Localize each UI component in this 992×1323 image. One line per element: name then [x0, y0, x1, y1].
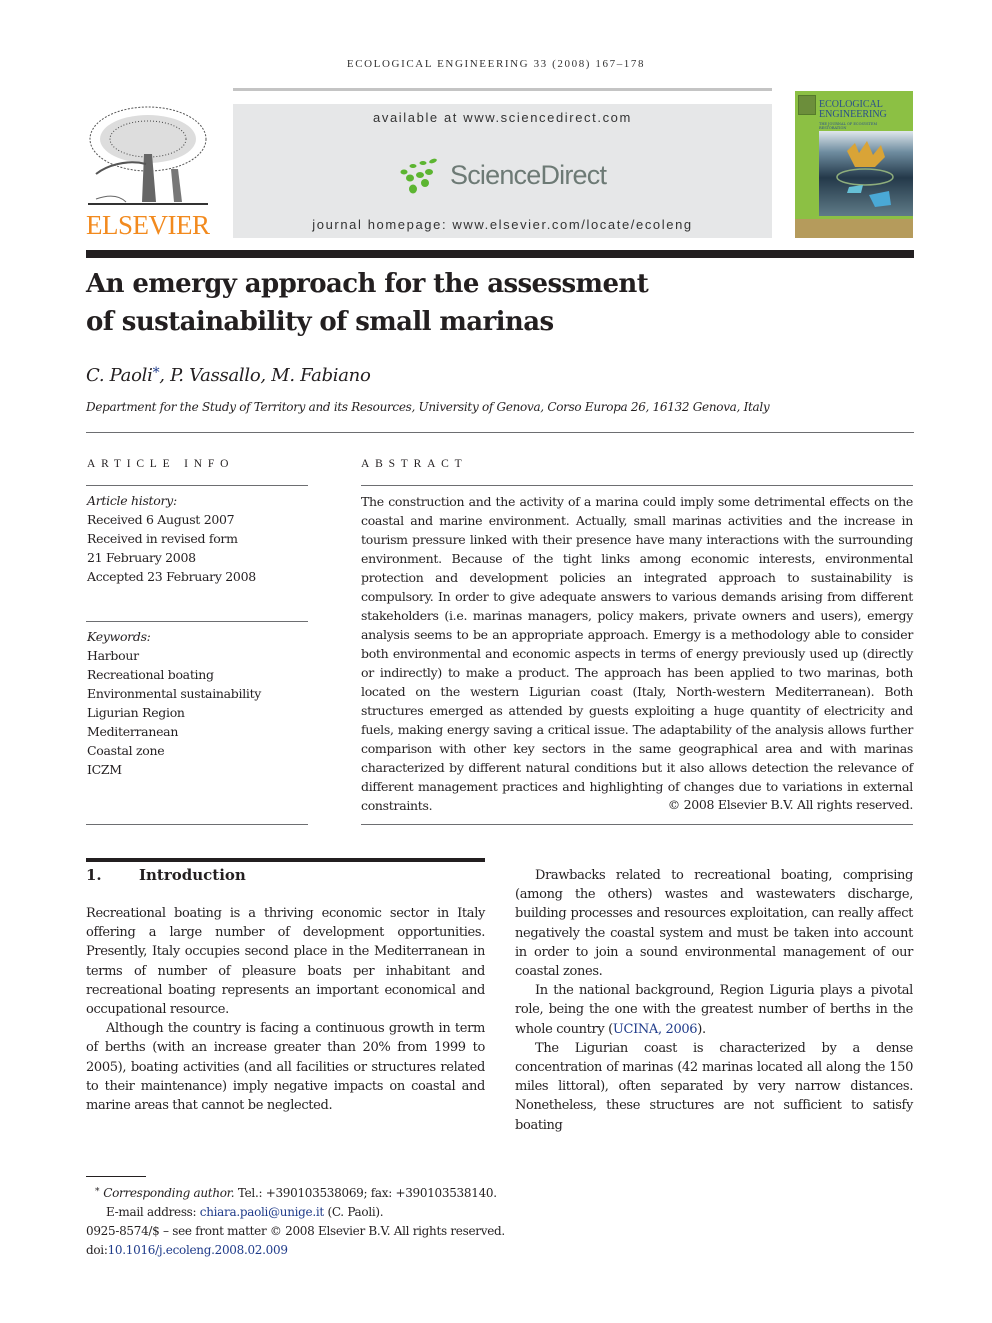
doi-link[interactable]: 10.1016/j.ecoleng.2008.02.009: [108, 1243, 288, 1257]
author-paoli: C. Paoli: [86, 365, 153, 386]
abstract-bottom-rule: [361, 824, 913, 825]
citation-link-ucina[interactable]: UCINA, 2006: [613, 1022, 698, 1037]
keyword: ICZM: [87, 762, 122, 777]
cover-title-line2: ENGINEERING: [819, 109, 887, 120]
keyword: Environmental sustainability: [87, 686, 262, 701]
sciencedirect-dots-icon: [400, 158, 437, 194]
abstract-rule: [361, 485, 913, 486]
running-head: ECOLOGICAL ENGINEERING 33 (2008) 167–178: [346, 58, 646, 70]
section-number: 1.: [86, 866, 102, 884]
title-line1: An emergy approach for the assessment: [86, 269, 649, 299]
right-column: Drawbacks related to recreational boatin…: [515, 866, 913, 1135]
cover-elsevier-icon: [798, 95, 816, 115]
paragraph: In the national background, Region Ligur…: [515, 981, 913, 1039]
abstract-text: The construction and the activity of a m…: [361, 494, 913, 813]
journal-cover: ECOLOGICAL ENGINEERING THE JOURNAL OF EC…: [795, 91, 913, 238]
title-line2: of sustainability of small marinas: [86, 307, 554, 337]
issn-line: 0925-8574/$ – see front matter © 2008 El…: [86, 1224, 505, 1238]
section-rule: [86, 858, 485, 862]
elsevier-wordmark: ELSEVIER: [86, 210, 210, 240]
article-history: Article history: Received 6 August 2007 …: [87, 491, 256, 586]
cover-artwork-icon: [836, 141, 894, 207]
article-info-heading: ARTICLE INFO: [87, 458, 235, 470]
keyword: Harbour: [87, 648, 139, 663]
keyword: Coastal zone: [87, 743, 165, 758]
article-title: An emergy approach for the assessment of…: [86, 265, 786, 341]
keywords-rule: [86, 621, 308, 622]
paragraph: Recreational boating is a thriving econo…: [86, 906, 485, 1018]
contact-info: Tel.: +390103538069; fax: +390103538140.: [234, 1186, 497, 1200]
header-bar: [86, 250, 914, 258]
affiliation: Department for the Study of Territory an…: [86, 400, 770, 414]
email-note: E-mail address: chiara.paoli@unige.it (C…: [86, 1203, 505, 1222]
doi-line: doi:10.1016/j.ecoleng.2008.02.009: [86, 1241, 505, 1260]
keywords-label: Keywords:: [87, 629, 151, 644]
article-info-bottom-rule: [86, 824, 308, 825]
article-info-rule: [86, 485, 308, 486]
doi-label: doi:: [86, 1243, 108, 1257]
section-title: Introduction: [139, 866, 246, 884]
corresponding-label: Corresponding author.: [103, 1186, 235, 1200]
history-item: 21 February 2008: [87, 550, 196, 565]
authors: C. Paoli*, P. Vassallo, M. Fabiano: [86, 365, 371, 386]
paragraph: The Ligurian coast is characterized by a…: [515, 1040, 913, 1133]
paragraph: Although the country is facing a continu…: [86, 1021, 485, 1114]
text-run: ).: [697, 1021, 706, 1037]
abstract-heading: ABSTRACT: [361, 458, 468, 470]
keyword: Recreational boating: [87, 667, 214, 682]
footnote-mark: *: [95, 1187, 100, 1197]
affiliation-rule: [86, 432, 914, 433]
paragraph: Drawbacks related to recreational boatin…: [515, 868, 913, 980]
section-heading: 1. Introduction: [86, 866, 246, 884]
cover-subtitle: THE JOURNAL OF ECOSYSTEM RESTORATION: [819, 122, 878, 130]
cover-image: [819, 131, 913, 216]
keyword: Mediterranean: [87, 724, 179, 739]
history-item: Accepted 23 February 2008: [87, 569, 256, 584]
authors-rest: , P. Vassallo, M. Fabiano: [159, 365, 371, 386]
left-column: Recreational boating is a thriving econo…: [86, 904, 485, 1115]
header-rule: [233, 88, 772, 91]
cover-title: ECOLOGICAL ENGINEERING: [819, 100, 887, 120]
keyword: Ligurian Region: [87, 705, 185, 720]
elsevier-tree-icon: [88, 106, 208, 205]
footnotes: * Corresponding author. Tel.: +3901035380…: [86, 1183, 505, 1260]
email-link[interactable]: chiara.paoli@unige.it: [200, 1205, 324, 1219]
cover-panel: ECOLOGICAL ENGINEERING THE JOURNAL OF EC…: [795, 91, 913, 219]
email-owner: (C. Paoli).: [323, 1205, 384, 1219]
email-label: E-mail address:: [106, 1205, 200, 1219]
footnote-rule: [86, 1176, 146, 1177]
sciencedirect-wordmark: ScienceDirect: [450, 160, 607, 190]
available-at-text: available at www.sciencedirect.com: [373, 110, 632, 125]
corresponding-author-note: * Corresponding author. Tel.: +3901035380…: [86, 1183, 505, 1203]
history-item: Received 6 August 2007: [87, 512, 235, 527]
history-label: Article history:: [87, 493, 177, 508]
history-item: Received in revised form: [87, 531, 238, 546]
keywords: Keywords: Harbour Recreational boating E…: [87, 627, 261, 779]
abstract-copyright: © 2008 Elsevier B.V. All rights reserved…: [667, 797, 914, 812]
sciencedirect-logo[interactable]: ScienceDirect: [398, 152, 610, 202]
text-run: In the national background, Region Ligur…: [515, 983, 913, 1037]
journal-homepage[interactable]: journal homepage: www.elsevier.com/locat…: [233, 217, 772, 232]
